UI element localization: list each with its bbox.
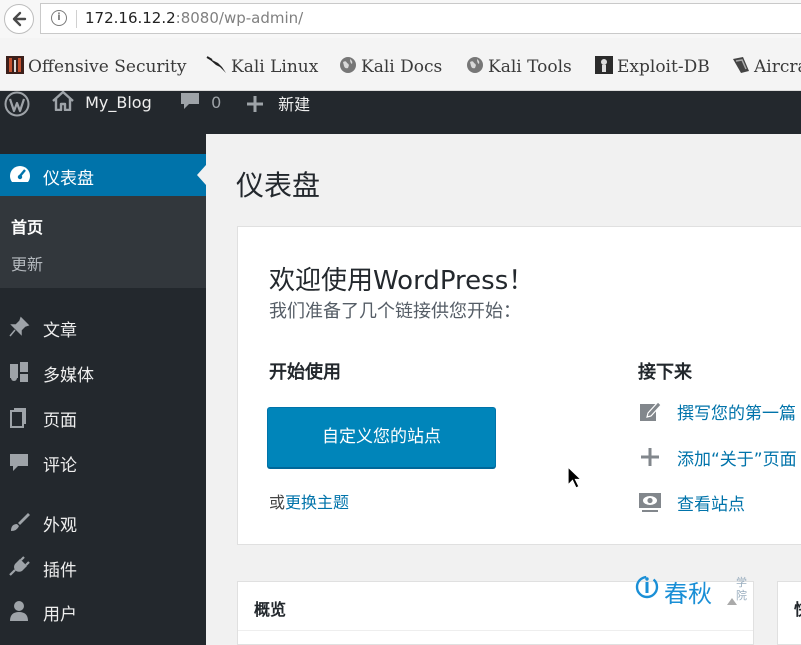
edit-page-icon bbox=[640, 401, 662, 421]
comments-link[interactable]: 0 bbox=[180, 91, 221, 134]
pushpin-icon bbox=[9, 316, 30, 337]
sidebar-item-media[interactable]: 多媒体 bbox=[0, 351, 206, 391]
bookmark-label: Kali Linux bbox=[231, 57, 319, 77]
bookmark-kali-linux[interactable]: Kali Linux bbox=[206, 55, 319, 77]
new-label: 新建 bbox=[278, 95, 311, 114]
sidebar-item-comments[interactable]: 评论 bbox=[0, 441, 206, 481]
browser-toolbar: i 172.16.12.2:8080/wp-admin/ bbox=[0, 0, 801, 39]
bookmark-label: Exploit-DB bbox=[617, 57, 710, 77]
sidebar-item-label: 用户 bbox=[43, 605, 77, 625]
wp-admin-bar: My_Blog 0 新建 bbox=[0, 90, 801, 134]
sidebar-item-label: 文章 bbox=[43, 321, 77, 341]
ichunqiu-watermark: 春秋 学院 bbox=[634, 574, 747, 608]
sidebar-item-label: 外观 bbox=[43, 516, 77, 536]
watermark-side-char: 院 bbox=[736, 589, 747, 602]
sidebar-item-dashboard[interactable]: 仪表盘 bbox=[0, 154, 206, 196]
watermark-side: 学院 bbox=[736, 576, 748, 602]
home-icon bbox=[52, 90, 74, 112]
watermark-side-char: 学 bbox=[736, 576, 747, 589]
wordpress-logo-button[interactable] bbox=[4, 91, 30, 134]
view-site-icon bbox=[639, 493, 661, 512]
media-icon bbox=[10, 362, 28, 382]
admin-sidebar: 仪表盘 首页 更新 文章 多媒体 页面 评论 外观 插件 用户 bbox=[0, 134, 206, 645]
info-icon[interactable]: i bbox=[51, 10, 67, 26]
next-step-label: 查看站点 bbox=[677, 495, 745, 515]
paintbrush-icon bbox=[11, 513, 30, 531]
kali-dragon-icon bbox=[206, 55, 228, 80]
change-theme-link[interactable]: 更换主题 bbox=[285, 493, 349, 512]
watermark-logo-icon bbox=[635, 575, 659, 599]
bookmark-offensive-security[interactable]: Offensive Security bbox=[5, 55, 187, 77]
aircrack-icon bbox=[731, 55, 751, 80]
sidebar-item-appearance[interactable]: 外观 bbox=[0, 501, 206, 541]
get-started-heading: 开始使用 bbox=[269, 362, 341, 383]
submenu-item-updates[interactable]: 更新 bbox=[11, 251, 43, 275]
mouse-cursor-icon bbox=[567, 466, 583, 489]
back-button[interactable] bbox=[4, 4, 34, 34]
overview-title: 概览 bbox=[254, 600, 287, 619]
sidebar-item-posts[interactable]: 文章 bbox=[0, 306, 206, 346]
new-content-link[interactable]: 新建 bbox=[246, 91, 310, 134]
bookmark-kali-tools[interactable]: Kali Tools bbox=[465, 55, 572, 77]
bookmarks-bar: Offensive Security Kali Linux Kali Docs … bbox=[0, 38, 801, 91]
bookmark-aircrack[interactable]: Aircra bbox=[731, 55, 801, 77]
bookmark-label: Kali Tools bbox=[488, 57, 572, 77]
bookmark-label: Kali Docs bbox=[361, 57, 443, 77]
sidebar-item-label: 多媒体 bbox=[43, 366, 94, 386]
globe-icon bbox=[465, 55, 485, 80]
back-arrow-icon bbox=[12, 11, 27, 27]
site-name-link[interactable]: My_Blog bbox=[52, 90, 152, 134]
widget-title: 快 bbox=[794, 596, 801, 620]
sidebar-item-users[interactable]: 用户 bbox=[0, 590, 206, 630]
url-divider bbox=[76, 10, 77, 28]
plus-icon bbox=[641, 448, 659, 466]
bookmark-exploit-db[interactable]: Exploit-DB bbox=[594, 55, 710, 77]
sidebar-item-pages[interactable]: 页面 bbox=[0, 396, 206, 436]
sidebar-item-label: 仪表盘 bbox=[43, 169, 94, 189]
page-title: 仪表盘 bbox=[236, 169, 321, 202]
sidebar-item-label: 页面 bbox=[43, 411, 77, 431]
dashboard-submenu: 首页 更新 bbox=[0, 196, 206, 288]
comment-icon bbox=[181, 93, 199, 109]
bookmark-label: Offensive Security bbox=[28, 57, 187, 77]
offsec-icon bbox=[5, 55, 25, 80]
next-steps-heading: 接下来 bbox=[638, 362, 692, 383]
watermark-text: 春秋 bbox=[664, 580, 712, 608]
wordpress-logo-icon bbox=[4, 91, 30, 117]
dashboard-gauge-icon bbox=[10, 166, 30, 182]
next-step-label: 撰写您的第一篇 bbox=[677, 404, 796, 424]
sidebar-item-label: 插件 bbox=[43, 561, 77, 581]
current-menu-arrow bbox=[197, 165, 206, 185]
comment-icon bbox=[10, 454, 28, 471]
widget-divider bbox=[238, 630, 753, 631]
welcome-subtitle: 我们准备了几个链接供您开始： bbox=[269, 301, 521, 322]
pages-icon bbox=[10, 408, 26, 428]
quick-draft-widget: 快 bbox=[777, 581, 801, 645]
url-path: :8080/wp-admin/ bbox=[175, 9, 304, 27]
customize-site-button[interactable]: 自定义您的站点 bbox=[267, 407, 496, 468]
site-name: My_Blog bbox=[85, 93, 152, 112]
url-text[interactable]: 172.16.12.2:8080/wp-admin/ bbox=[85, 9, 303, 27]
welcome-title: 欢迎使用WordPress！ bbox=[269, 266, 535, 296]
exploit-db-icon bbox=[594, 55, 614, 80]
sidebar-item-label: 评论 bbox=[43, 456, 77, 476]
url-host: 172.16.12.2 bbox=[85, 9, 176, 27]
change-theme-line: 或更换主题 bbox=[269, 489, 349, 513]
plug-icon bbox=[9, 556, 30, 576]
or-text: 或 bbox=[269, 493, 286, 512]
globe-icon bbox=[338, 55, 358, 80]
comments-count: 0 bbox=[211, 93, 222, 112]
welcome-panel: 欢迎使用WordPress！ 我们准备了几个链接供您开始： 开始使用 自定义您的… bbox=[237, 226, 801, 545]
submenu-item-home[interactable]: 首页 bbox=[11, 214, 43, 238]
bookmark-kali-docs[interactable]: Kali Docs bbox=[338, 55, 443, 77]
bookmark-label: Aircra bbox=[754, 57, 801, 77]
sidebar-item-plugins[interactable]: 插件 bbox=[0, 546, 206, 586]
user-icon bbox=[10, 601, 28, 621]
next-step-label: 添加“关于”页面 bbox=[677, 450, 797, 470]
url-field[interactable]: i 172.16.12.2:8080/wp-admin/ bbox=[40, 3, 801, 34]
plus-icon bbox=[247, 96, 263, 112]
